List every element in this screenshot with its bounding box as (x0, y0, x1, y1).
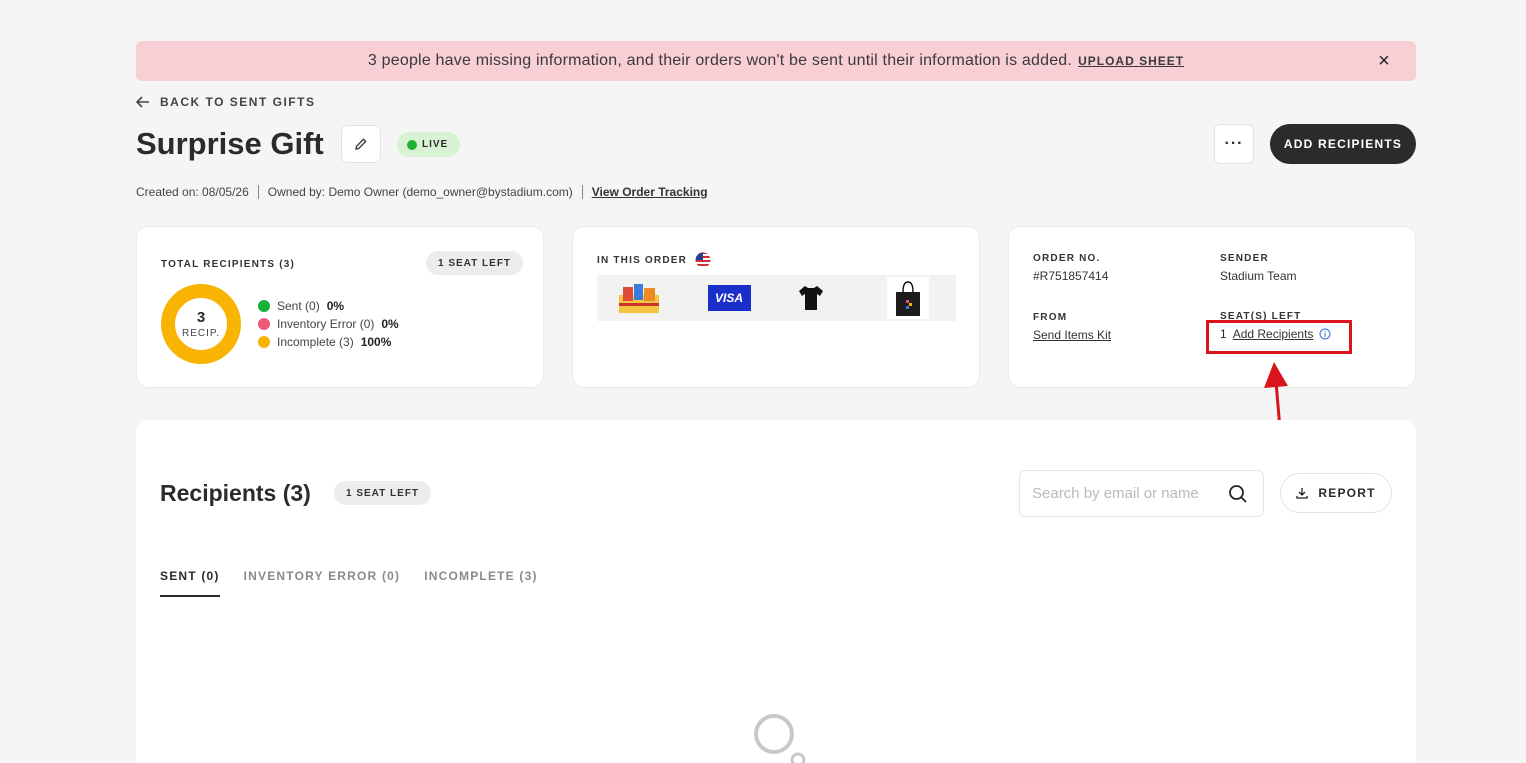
more-options-button[interactable]: ··· (1214, 124, 1254, 164)
search-input[interactable] (1032, 485, 1222, 502)
legend-label: Inventory Error (0) (277, 317, 375, 331)
view-order-tracking-link[interactable]: View Order Tracking (592, 185, 708, 199)
empty-user-icon (754, 714, 806, 763)
order-no-field: ORDER NO. #R751857414 (1033, 253, 1108, 283)
legend-item-sent: Sent (0) 0% (258, 297, 399, 315)
order-info-card: ORDER NO. #R751857414 SENDER Stadium Tea… (1008, 226, 1416, 388)
owner-info: Owned by: Demo Owner (demo_owner@bystadi… (267, 185, 573, 199)
sender-value: Stadium Team (1220, 269, 1297, 283)
total-recipients-label: TOTAL RECIPIENTS (3) (161, 259, 296, 270)
legend-item-incomplete: Incomplete (3) 100% (258, 333, 399, 351)
recipients-title: Recipients (3) (160, 480, 311, 506)
report-button[interactable]: REPORT (1280, 473, 1392, 513)
legend-pct: 0% (381, 317, 399, 331)
snacks-box-image[interactable] (617, 277, 661, 319)
tab-sent[interactable]: SENT (0) (160, 569, 220, 597)
order-items-strip: VISA (597, 275, 956, 321)
legend-dot-icon (258, 318, 270, 330)
recipient-tabs: SENT (0) INVENTORY ERROR (0) INCOMPLETE … (160, 569, 538, 597)
order-items-card: IN THIS ORDER VISA (572, 226, 980, 388)
from-field: FROM Send Items Kit (1033, 312, 1111, 344)
send-items-kit-link[interactable]: Send Items Kit (1033, 328, 1111, 342)
missing-info-banner: 3 people have missing information, and t… (136, 41, 1416, 81)
recipients-legend: Sent (0) 0% Inventory Error (0) 0% Incom… (258, 297, 399, 351)
annotation-highlight-box (1206, 320, 1352, 354)
divider (257, 185, 259, 199)
tab-inventory-error[interactable]: INVENTORY ERROR (0) (244, 569, 401, 597)
back-to-sent-gifts-link[interactable]: BACK TO SENT GIFTS (136, 95, 315, 109)
tab-incomplete[interactable]: INCOMPLETE (3) (424, 569, 537, 597)
report-label: REPORT (1318, 486, 1376, 500)
order-no-label: ORDER NO. (1033, 253, 1101, 264)
back-link-label: BACK TO SENT GIFTS (160, 95, 316, 109)
legend-item-inventory-error: Inventory Error (0) 0% (258, 315, 399, 333)
search-icon[interactable] (1228, 484, 1248, 504)
divider (581, 185, 583, 199)
us-flag-icon (695, 252, 711, 268)
legend-dot-icon (258, 300, 270, 312)
close-icon[interactable]: × (1378, 51, 1390, 71)
edit-title-button[interactable] (341, 125, 381, 163)
visa-label: VISA (707, 285, 751, 311)
live-dot-icon (407, 139, 417, 150)
black-tshirt-image[interactable] (794, 277, 828, 319)
legend-label: Incomplete (3) (277, 335, 354, 349)
legend-dot-icon (258, 336, 270, 348)
created-date: Created on: 08/05/26 (136, 185, 249, 199)
gift-meta: Created on: 08/05/26 Owned by: Demo Owne… (136, 185, 708, 199)
legend-pct: 100% (360, 335, 392, 349)
arrow-left-icon (136, 96, 149, 108)
in-this-order-label: IN THIS ORDER (597, 254, 688, 266)
donut-number: 3 (196, 308, 206, 326)
order-items-header: IN THIS ORDER (597, 252, 711, 268)
legend-label: Sent (0) (277, 299, 320, 313)
upload-sheet-link[interactable]: UPLOAD SHEET (1078, 54, 1184, 68)
pencil-icon (355, 138, 367, 150)
donut-unit: RECIP. (181, 327, 221, 339)
seats-left-pill: 1 SEAT LEFT (426, 251, 524, 275)
sender-field: SENDER Stadium Team (1220, 253, 1296, 283)
page-title: Surprise Gift (136, 126, 324, 161)
download-icon (1296, 488, 1309, 499)
tote-bag-image[interactable] (887, 277, 929, 319)
seats-left-pill: 1 SEAT LEFT (334, 481, 432, 505)
total-recipients-card: TOTAL RECIPIENTS (3) 1 SEAT LEFT 3 RECIP… (136, 226, 544, 388)
donut-center: 3 RECIP. (161, 284, 241, 364)
order-no-value: #R751857414 (1033, 269, 1109, 283)
recipients-panel: Recipients (3) 1 SEAT LEFT REPORT SENT (… (136, 420, 1416, 763)
legend-pct: 0% (326, 299, 345, 313)
banner-message: 3 people have missing information, and t… (367, 52, 1073, 69)
status-label: LIVE (422, 139, 449, 150)
visa-card-image[interactable]: VISA (707, 277, 751, 319)
from-label: FROM (1033, 312, 1068, 323)
status-badge: LIVE (397, 132, 461, 157)
search-box (1019, 470, 1264, 517)
sender-label: SENDER (1220, 253, 1269, 264)
add-recipients-button[interactable]: ADD RECIPIENTS (1270, 124, 1416, 164)
